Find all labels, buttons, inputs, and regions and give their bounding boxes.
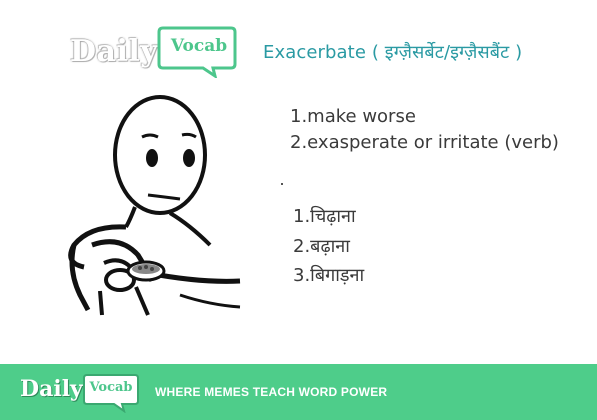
cereal-guy-meme-icon: [68, 95, 241, 316]
separator-dot: [281, 183, 283, 185]
footer-bar: Daily Vocab WHERE MEMES TEACH WORD POWER: [0, 364, 597, 420]
footer-daily-text: Daily: [20, 376, 83, 402]
word-title: Exacerbate ( इग्ज़ैसर्बेट/इग्ज़ैसबैंट ): [263, 42, 523, 63]
logo-top: Daily Vocab: [64, 22, 244, 84]
logo-daily-text: Daily: [70, 34, 159, 69]
english-meaning-2: 2.exasperate or irritate (verb): [290, 132, 559, 153]
english-meaning-1: 1.make worse: [290, 106, 416, 127]
hindi-meaning-1: 1.चिढ़ाना: [293, 206, 356, 227]
footer-vocab-text: Vocab: [89, 380, 133, 395]
footer-tagline: WHERE MEMES TEACH WORD POWER: [155, 385, 388, 399]
hindi-meaning-2: 2.बढ़ाना: [293, 236, 350, 257]
hindi-meaning-3: 3.बिगाड़ना: [293, 265, 365, 286]
logo-vocab-text: Vocab: [170, 36, 228, 56]
